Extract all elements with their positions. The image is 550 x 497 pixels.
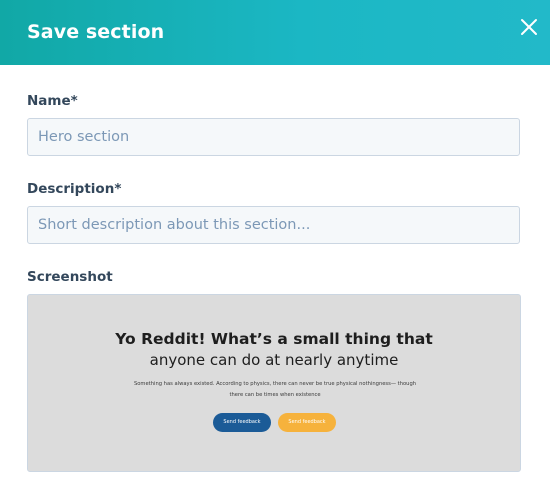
screenshot-preview: Yo Reddit! What’s a small thing that any… xyxy=(27,294,521,472)
save-section-dialog: Save section Name* Description* Screensh… xyxy=(0,0,550,497)
preview-subtitle: anyone can do at nearly anytime xyxy=(149,351,399,369)
description-input[interactable] xyxy=(27,206,520,244)
preview-body: Something has always existed. According … xyxy=(133,381,417,398)
name-input[interactable] xyxy=(27,118,520,156)
description-label: Description* xyxy=(27,181,122,197)
preview-primary-button: Send feedback xyxy=(213,413,271,432)
dialog-title: Save section xyxy=(27,21,165,43)
screenshot-label: Screenshot xyxy=(27,269,113,285)
close-icon xyxy=(521,19,537,35)
preview-secondary-button: Send feedback xyxy=(278,413,336,432)
dialog-header: Save section xyxy=(0,0,550,65)
close-button[interactable] xyxy=(518,16,540,38)
preview-title: Yo Reddit! What’s a small thing that xyxy=(115,330,433,348)
name-label: Name* xyxy=(27,93,78,109)
